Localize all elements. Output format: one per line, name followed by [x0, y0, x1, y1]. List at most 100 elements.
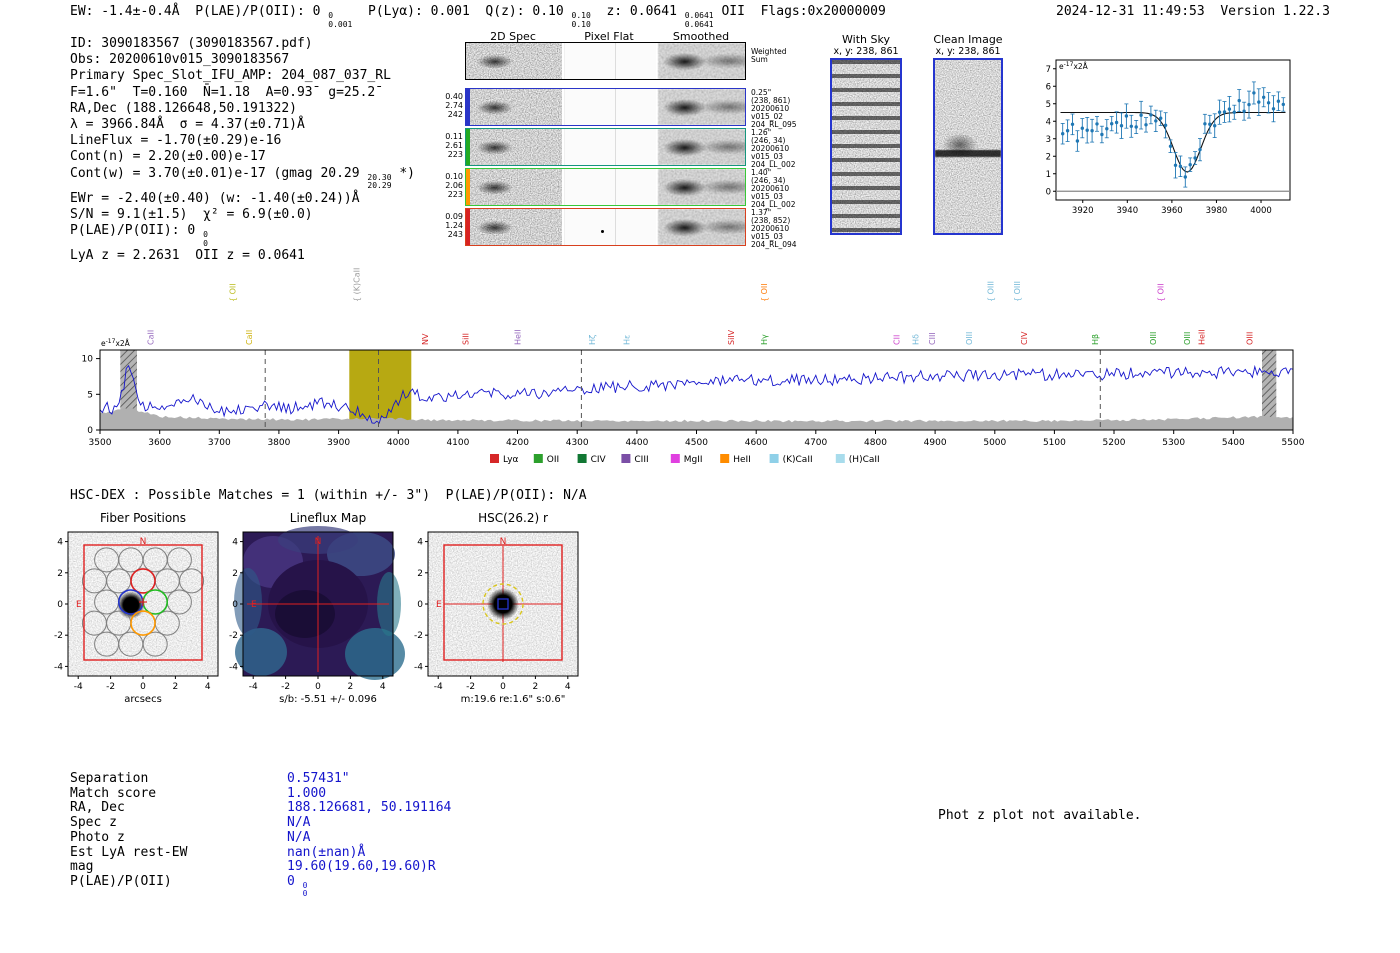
svg-text:4: 4	[57, 538, 63, 548]
match-value: 188.126681, 50.191164	[287, 800, 452, 816]
match-row: Est LyA rest-EW nan(±nan)Å	[70, 844, 451, 861]
spec2d-cell-smooth	[658, 129, 745, 165]
spectrum-line	[99, 364, 1294, 424]
svg-text:10: 10	[82, 355, 94, 365]
spec2d-row-weights: 0.09 1.24 243	[445, 212, 463, 239]
svg-text:3: 3	[1046, 135, 1051, 145]
match-value: 0.57431"	[287, 771, 350, 786]
svg-text:4100: 4100	[446, 438, 469, 448]
detection-blob	[466, 43, 562, 79]
svg-text:4: 4	[565, 682, 571, 692]
svg-text:3800: 3800	[267, 438, 290, 448]
spec2d-row	[465, 42, 746, 80]
detection-blob	[466, 89, 562, 125]
svg-text:5000: 5000	[983, 438, 1006, 448]
svg-text:CaII: CaII	[147, 330, 156, 345]
info-line: λ = 3966.84Å σ = 4.37(±0.71)Å	[70, 117, 305, 133]
svg-text:0: 0	[417, 600, 423, 610]
svg-text:E: E	[436, 600, 442, 610]
svg-text:Hγ: Hγ	[760, 334, 769, 345]
svg-text:-4: -4	[229, 662, 238, 672]
svg-text:2: 2	[348, 682, 354, 692]
svg-text:{ OIII: { OIII	[987, 281, 996, 302]
detection-blob	[658, 89, 745, 125]
svg-text:OIII: OIII	[1183, 332, 1192, 345]
match-row: Separation 0.57431"	[70, 771, 451, 787]
cutout-xlabel-mag: m:19.6 re:1.6" s:0.6"	[460, 694, 566, 705]
spec2d-cell-flat	[564, 89, 656, 125]
spec2d-cell-smooth	[658, 43, 745, 79]
fiber-color-bar	[466, 129, 470, 165]
svg-text:5400: 5400	[1222, 438, 1245, 448]
svg-text:7: 7	[1046, 65, 1051, 75]
svg-text:CIV: CIV	[591, 455, 607, 465]
match-label: Spec z	[70, 815, 117, 831]
match-row: Photo z N/A	[70, 829, 451, 846]
match-label: RA, Dec	[70, 800, 125, 816]
spec2d-row	[465, 208, 746, 246]
svg-text:3940: 3940	[1116, 206, 1138, 216]
svg-text:2: 2	[417, 569, 423, 579]
hsc-r-panel: NE	[428, 532, 578, 676]
spec2d-row-weights: 0.11 2.61 223	[445, 132, 463, 159]
detection-blob	[658, 43, 745, 79]
info-line: S/N = 9.1(±1.5) χ² = 6.9(±0.0)	[70, 206, 313, 222]
spec2d-row	[465, 88, 746, 126]
svg-text:-4: -4	[54, 662, 63, 672]
zoom-plot-svg: 0 1 2 3 4 5 6 7 3920 3940 3960 3980 4000 e-17x2Å	[1046, 59, 1291, 216]
info-block: ID: 3090183567 (3090183567.pdf) Obs: 2020…	[70, 36, 415, 264]
fiber-color-bar	[466, 169, 470, 205]
svg-text:{ OII: { OII	[1157, 283, 1166, 302]
svg-text:3700: 3700	[208, 438, 231, 448]
info-line: Obs: 20200610v015_3090183567	[70, 52, 290, 68]
match-row: P(LAE)/P(OII) 0 00	[70, 873, 451, 899]
svg-text:2: 2	[173, 682, 179, 692]
svg-text:-4: -4	[414, 662, 423, 672]
match-label: P(LAE)/P(OII)	[70, 873, 172, 889]
main-spectrum-svg: 0 5 10 3500 3600 3700 3800 3900 4000 4100 4200 4300…	[82, 268, 1305, 465]
sky-lines-overlay	[832, 60, 900, 233]
svg-text:CII: CII	[892, 335, 901, 345]
noise-floor	[100, 407, 1293, 430]
svg-text:SiII: SiII	[462, 333, 471, 345]
svg-text:Hβ: Hβ	[1091, 334, 1100, 345]
spec2d-cell-spec	[466, 43, 562, 79]
svg-text:3980: 3980	[1206, 206, 1228, 216]
cutouts-svg: NENENE-4-4-2-2002244-4-4-2-2002244-4-4-2…	[54, 526, 579, 692]
highlight-band	[349, 350, 412, 430]
svg-text:4000: 4000	[1250, 206, 1272, 216]
svg-text:N: N	[315, 537, 322, 547]
svg-text:3600: 3600	[148, 438, 171, 448]
svg-text:CIV: CIV	[1020, 331, 1029, 345]
spec2d-row	[465, 128, 746, 166]
svg-text:4800: 4800	[864, 438, 887, 448]
svg-text:2: 2	[533, 682, 539, 692]
svg-text:SiIV: SiIV	[727, 329, 736, 345]
svg-text:5500: 5500	[1282, 438, 1305, 448]
clean-image-coords: x, y: 238, 861	[935, 46, 1001, 57]
match-label: Est LyA rest-EW	[70, 844, 188, 860]
with-sky-image	[830, 58, 902, 235]
spec2d-cell-flat	[564, 169, 656, 205]
spec2d-cell-spec	[466, 169, 562, 205]
svg-text:Hε: Hε	[623, 335, 632, 345]
spec2d-row-weights: 0.10 2.06 223	[445, 172, 463, 199]
info-line: LineFlux = -1.70(±0.29)e-16	[70, 133, 282, 149]
svg-text:-4: -4	[249, 682, 258, 692]
info-line: Cont(w) = 3.70(±0.01)e-17 (gmag 20.29 20…	[70, 165, 415, 191]
match-value: N/A	[287, 829, 311, 845]
info-line: P(LAE)/P(OII): 0 00	[70, 223, 208, 248]
svg-text:Lyα: Lyα	[503, 455, 519, 465]
svg-text:2: 2	[57, 569, 63, 579]
detection-blob	[658, 169, 745, 205]
svg-text:4300: 4300	[566, 438, 589, 448]
svg-text:-2: -2	[106, 682, 115, 692]
spec2d-cell-spec	[466, 129, 562, 165]
svg-text:NV: NV	[421, 333, 430, 345]
svg-text:4200: 4200	[506, 438, 529, 448]
line-labels: CaII { OII CaII { (K)CaII NV SiII HeII Hζ Hε SiIV…	[147, 268, 1255, 345]
match-label: Photo z	[70, 829, 125, 845]
spec2d-row-weights: 0.40 2.74 242	[445, 92, 463, 119]
match-value: nan(±nan)Å	[287, 844, 366, 860]
svg-text:CIII: CIII	[634, 455, 648, 465]
